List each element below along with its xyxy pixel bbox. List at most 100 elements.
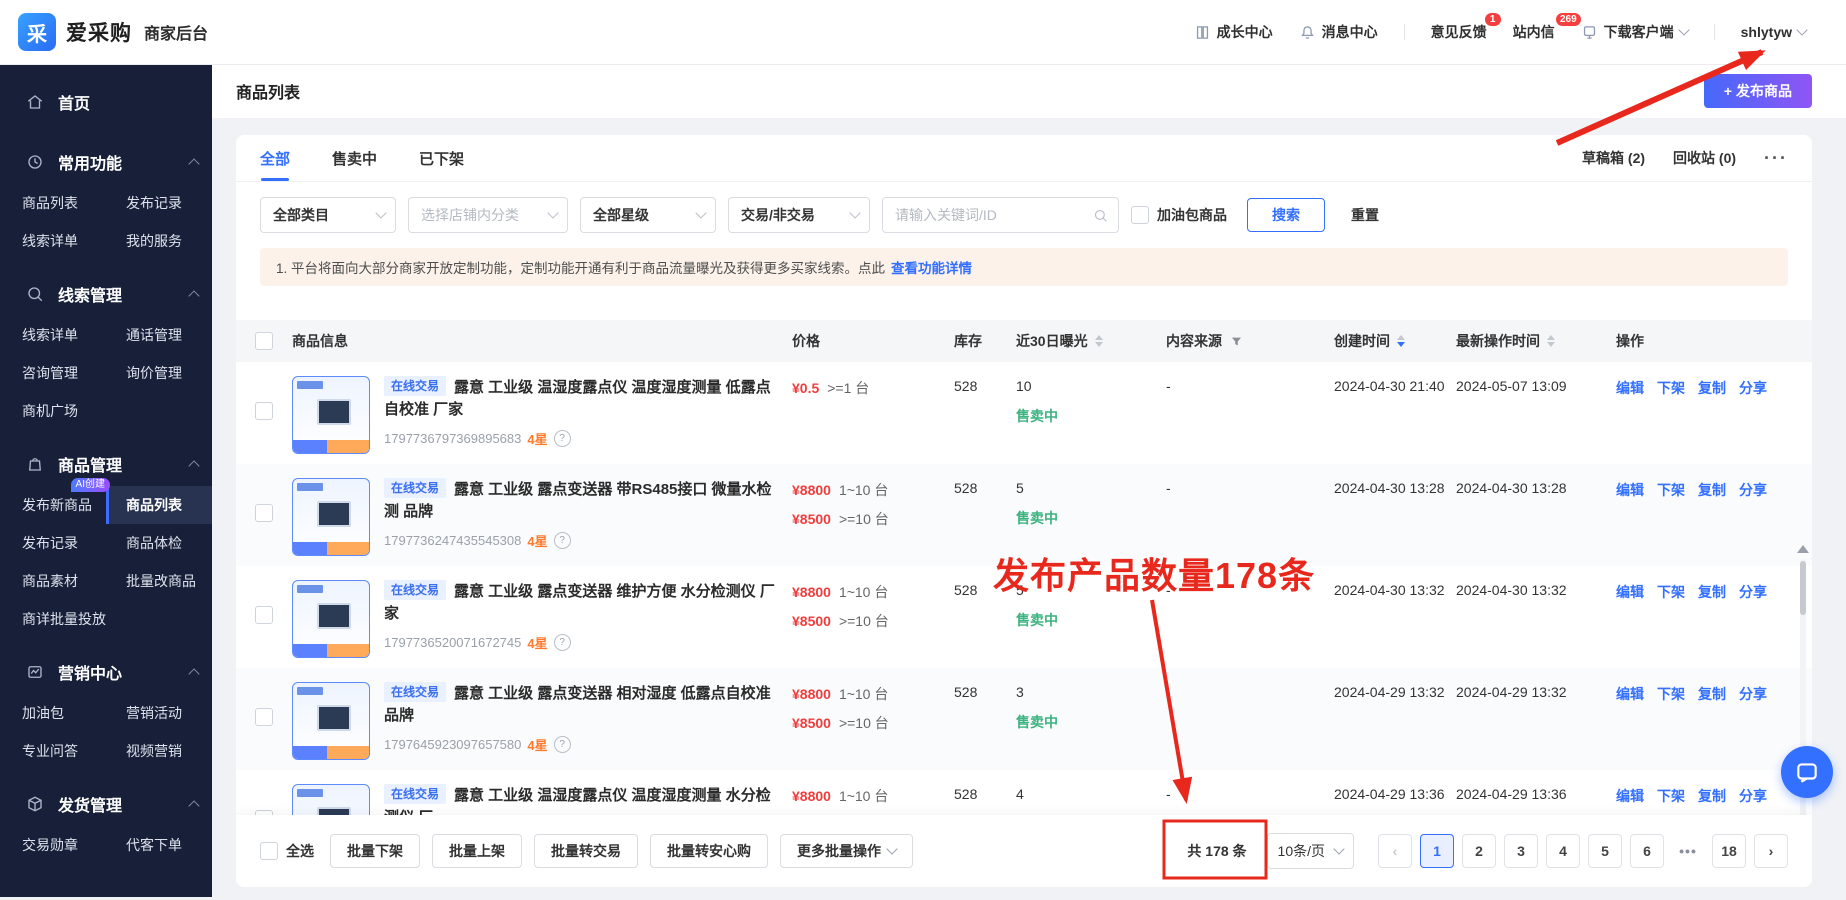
- shop-category-select[interactable]: 选择店铺内分类: [408, 197, 568, 233]
- help-icon[interactable]: ?: [554, 736, 571, 753]
- download-client-link[interactable]: 下载客户端: [1581, 22, 1688, 42]
- trade-type-select[interactable]: 交易/非交易: [728, 197, 870, 233]
- page-button[interactable]: 3: [1504, 834, 1538, 868]
- tab-off-shelf[interactable]: 已下架: [419, 135, 464, 181]
- sidebar-section-header[interactable]: 营销中心: [0, 650, 212, 694]
- product-thumbnail[interactable]: [292, 580, 370, 658]
- message-center-link[interactable]: 消息中心: [1299, 22, 1378, 42]
- sidebar-item[interactable]: 交易勋章: [0, 826, 106, 864]
- row-checkbox[interactable]: [255, 708, 273, 726]
- page-button[interactable]: 5: [1588, 834, 1622, 868]
- row-action-link[interactable]: 下架: [1657, 482, 1685, 498]
- sidebar-section-header[interactable]: 线索管理: [0, 272, 212, 316]
- row-action-link[interactable]: 分享: [1739, 380, 1767, 396]
- select-all-header-checkbox[interactable]: [255, 332, 273, 350]
- more-menu-icon[interactable]: ···: [1764, 148, 1788, 169]
- product-thumbnail[interactable]: [292, 784, 370, 815]
- sort-icon[interactable]: [1547, 335, 1555, 347]
- sidebar-item[interactable]: 询价管理: [106, 354, 212, 392]
- feedback-link[interactable]: 意见反馈 1: [1431, 22, 1487, 42]
- sidebar-item[interactable]: 商品列表: [106, 486, 212, 524]
- product-thumbnail[interactable]: [292, 682, 370, 760]
- row-action-link[interactable]: 分享: [1739, 788, 1767, 804]
- help-icon[interactable]: ?: [554, 634, 571, 651]
- sidebar-section-header[interactable]: 发货管理: [0, 782, 212, 826]
- next-page-button[interactable]: ›: [1754, 834, 1788, 868]
- row-action-link[interactable]: 分享: [1739, 584, 1767, 600]
- sidebar-item[interactable]: 商品体检: [106, 524, 212, 562]
- sidebar-item[interactable]: 通话管理: [106, 316, 212, 354]
- sidebar-item[interactable]: 加油包: [0, 694, 106, 732]
- publish-product-button[interactable]: + 发布商品: [1704, 74, 1812, 108]
- fuel-pack-checkbox[interactable]: [1131, 206, 1149, 224]
- row-action-link[interactable]: 复制: [1698, 788, 1726, 804]
- column-updated-time[interactable]: 最新操作时间: [1456, 331, 1616, 351]
- batch-action-button[interactable]: 批量下架: [330, 834, 420, 868]
- row-action-link[interactable]: 复制: [1698, 482, 1726, 498]
- tab-all[interactable]: 全部: [260, 135, 290, 181]
- page-button[interactable]: 18: [1712, 834, 1746, 868]
- select-all-checkbox[interactable]: [260, 842, 278, 860]
- reset-button[interactable]: 重置: [1351, 205, 1379, 225]
- row-action-link[interactable]: 编辑: [1616, 584, 1644, 600]
- help-icon[interactable]: ?: [554, 430, 571, 447]
- sort-icon-active[interactable]: [1397, 335, 1405, 347]
- sidebar-item[interactable]: 我的服务: [106, 222, 212, 260]
- row-action-link[interactable]: 下架: [1657, 380, 1685, 396]
- prev-page-button[interactable]: ‹: [1378, 834, 1412, 868]
- row-checkbox[interactable]: [255, 606, 273, 624]
- sidebar-item[interactable]: 线索详单: [0, 222, 106, 260]
- row-action-link[interactable]: 编辑: [1616, 380, 1644, 396]
- batch-action-button[interactable]: 更多批量操作: [780, 834, 913, 868]
- row-action-link[interactable]: 编辑: [1616, 788, 1644, 804]
- site-mail-link[interactable]: 站内信 269: [1513, 22, 1555, 42]
- scroll-up-icon[interactable]: [1797, 545, 1809, 553]
- row-checkbox[interactable]: [255, 504, 273, 522]
- sidebar-item[interactable]: 营销活动: [106, 694, 212, 732]
- search-button[interactable]: 搜索: [1247, 198, 1325, 232]
- growth-center-link[interactable]: 成长中心: [1194, 22, 1273, 42]
- draft-box-link[interactable]: 草稿箱 (2): [1582, 148, 1645, 168]
- recycle-bin-link[interactable]: 回收站 (0): [1673, 148, 1736, 168]
- feature-detail-link[interactable]: 查看功能详情: [891, 257, 972, 277]
- scrollbar-thumb[interactable]: [1800, 561, 1806, 615]
- sidebar-item[interactable]: 发布新商品AI创建: [0, 486, 106, 524]
- sidebar-item[interactable]: 商品列表: [0, 184, 106, 222]
- sidebar-item[interactable]: 视频营销: [106, 732, 212, 770]
- sidebar-item[interactable]: 发布记录: [0, 524, 106, 562]
- row-action-link[interactable]: 编辑: [1616, 482, 1644, 498]
- row-action-link[interactable]: 分享: [1739, 482, 1767, 498]
- sidebar-item-home[interactable]: 首页: [0, 80, 212, 124]
- keyword-input[interactable]: [893, 206, 1093, 224]
- help-icon[interactable]: ?: [554, 532, 571, 549]
- page-size-select[interactable]: 10条/页: [1267, 833, 1354, 869]
- user-menu[interactable]: shlytyw: [1741, 24, 1806, 40]
- row-action-link[interactable]: 下架: [1657, 686, 1685, 702]
- sidebar-item[interactable]: 发布记录: [106, 184, 212, 222]
- row-action-link[interactable]: 复制: [1698, 380, 1726, 396]
- sidebar-item[interactable]: 商机广场: [0, 392, 106, 430]
- column-content-source[interactable]: 内容来源: [1166, 331, 1334, 351]
- page-button[interactable]: 1: [1420, 834, 1454, 868]
- sidebar-item[interactable]: 批量改商品: [106, 562, 212, 600]
- product-thumbnail[interactable]: [292, 478, 370, 556]
- row-action-link[interactable]: 复制: [1698, 584, 1726, 600]
- sidebar-item[interactable]: 商详批量投放: [0, 600, 106, 638]
- page-button[interactable]: 2: [1462, 834, 1496, 868]
- brand[interactable]: 采 爱采购 商家后台: [0, 13, 208, 51]
- column-exposure[interactable]: 近30日曝光: [1016, 331, 1166, 351]
- sidebar-item[interactable]: 商品素材: [0, 562, 106, 600]
- page-button[interactable]: 4: [1546, 834, 1580, 868]
- row-action-link[interactable]: 编辑: [1616, 686, 1644, 702]
- batch-action-button[interactable]: 批量上架: [432, 834, 522, 868]
- sidebar-item[interactable]: 线索详单: [0, 316, 106, 354]
- customer-service-chat-button[interactable]: [1781, 746, 1833, 798]
- star-level-select[interactable]: 全部星级: [580, 197, 716, 233]
- row-checkbox[interactable]: [255, 402, 273, 420]
- row-action-link[interactable]: 复制: [1698, 686, 1726, 702]
- page-button[interactable]: 6: [1630, 834, 1664, 868]
- product-thumbnail[interactable]: [292, 376, 370, 454]
- tab-on-sale[interactable]: 售卖中: [332, 135, 377, 181]
- row-action-link[interactable]: 下架: [1657, 788, 1685, 804]
- batch-action-button[interactable]: 批量转交易: [534, 834, 638, 868]
